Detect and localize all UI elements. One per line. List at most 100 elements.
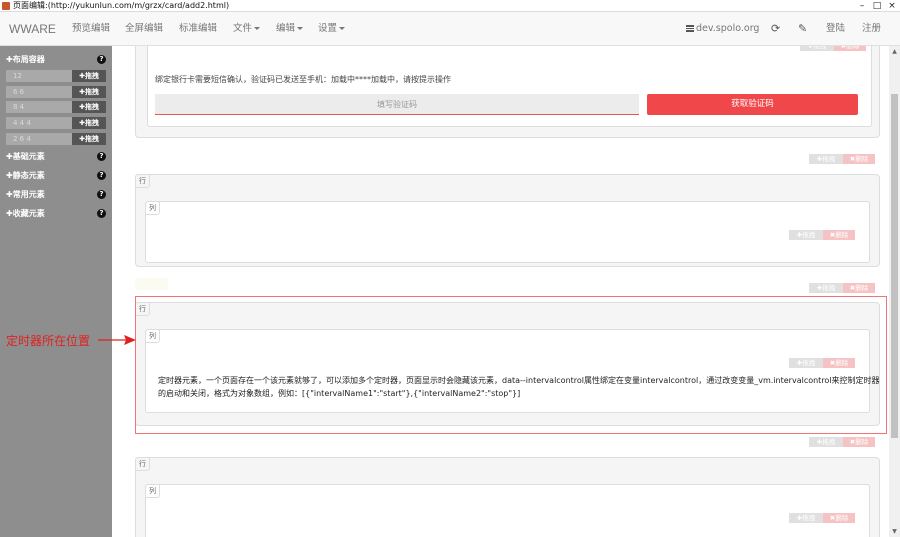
sidebar-group-layout[interactable]: ✚布局容器 ?	[6, 53, 106, 67]
layout-row-2-6-4[interactable]: 2 6 4 ✚拖拽	[6, 133, 106, 145]
delete-button[interactable]: ✖删除	[823, 230, 855, 240]
delete-label: 删除	[855, 284, 869, 292]
brand-logo[interactable]: WWARE	[9, 12, 56, 46]
row-container-sms[interactable]: ✚拖拽 ✖删除	[135, 46, 880, 138]
delete-button[interactable]: ✖删除	[843, 437, 875, 447]
drag-button[interactable]: ✚拖拽	[809, 283, 843, 293]
drag-button[interactable]: ✚拖拽	[809, 154, 843, 164]
chevron-down-icon	[339, 27, 346, 30]
scroll-up-icon[interactable]: ▲	[890, 47, 899, 56]
wrench-icon[interactable]: ✎	[798, 12, 807, 46]
delete-label: 删除	[855, 155, 869, 163]
drag-button[interactable]: ✚拖拽	[800, 46, 834, 51]
nav-fullscreen-edit[interactable]: 全屏编辑	[125, 12, 163, 46]
drag-label: 拖拽	[813, 46, 827, 50]
nav-edit-label: 编辑	[276, 23, 296, 34]
help-icon[interactable]: ?	[97, 209, 106, 218]
domain-label: dev.spolo.org	[696, 23, 760, 34]
server-icon	[686, 25, 694, 32]
drag-button[interactable]: ✚拖拽	[789, 230, 823, 240]
component-sidebar: ✚布局容器 ? 12 ✚拖拽 6 6 ✚拖拽 8 4 ✚拖拽 4 4 4 ✚拖拽…	[0, 46, 112, 537]
drag-handle[interactable]: ✚拖拽	[72, 133, 106, 145]
delete-button[interactable]: ✖删除	[843, 154, 875, 164]
chevron-down-icon	[297, 27, 304, 30]
sidebar-group-label: 基础元素	[12, 152, 45, 161]
column-tag: 列	[145, 484, 160, 498]
drag-label: 拖拽	[802, 231, 816, 239]
layout-row-6-6[interactable]: 6 6 ✚拖拽	[6, 86, 106, 98]
vertical-scrollbar[interactable]: ▲ ▼	[889, 46, 900, 537]
column-empty[interactable]: 列 ✚拖拽 ✖删除	[145, 201, 870, 263]
sidebar-group-label: 布局容器	[12, 55, 45, 64]
delete-label: 删除	[846, 46, 860, 50]
delete-button[interactable]: ✖删除	[843, 283, 875, 293]
minimize-button[interactable]: –	[855, 0, 869, 12]
layout-row-12[interactable]: 12 ✚拖拽	[6, 70, 106, 82]
nav-file-menu[interactable]: 文件	[233, 12, 261, 46]
drag-label: 拖拽	[822, 155, 836, 163]
edit-canvas: ✚拖拽 ✖删除 绑定银行卡需要短信确认，验证码已发送至手机：加载中****加载中…	[112, 46, 889, 537]
sms-notice-text: 绑定银行卡需要短信确认，验证码已发送至手机：加载中****加载中，请按提示操作	[155, 75, 451, 84]
help-icon[interactable]: ?	[97, 152, 106, 161]
sidebar-group-label: 常用元素	[12, 190, 45, 199]
window-titlebar: 页面编辑:(http://yukunlun.com/m/grzx/card/ad…	[0, 0, 900, 12]
refresh-icon[interactable]: ⟳	[771, 12, 780, 46]
close-button[interactable]: ×	[885, 0, 899, 12]
layout-row-8-4[interactable]: 8 4 ✚拖拽	[6, 101, 106, 113]
column-bottom[interactable]: 列 ✚拖拽 ✖删除	[145, 484, 870, 537]
drag-label: 拖拽	[802, 514, 816, 522]
sidebar-group-label: 收藏元素	[12, 209, 45, 218]
drag-label: 拖拽	[84, 88, 99, 96]
nav-edit-menu[interactable]: 编辑	[276, 12, 304, 46]
delete-label: 删除	[835, 514, 849, 522]
faint-placeholder	[135, 278, 168, 290]
plus-icon: ✚	[6, 171, 13, 180]
top-navbar: WWARE 预览编辑 全屏编辑 标准编辑 文件 编辑 设置 dev.spolo.…	[0, 12, 900, 46]
register-link[interactable]: 注册	[862, 12, 881, 46]
help-icon[interactable]: ?	[97, 190, 106, 199]
row-container-empty[interactable]: 行 列 ✚拖拽 ✖删除	[135, 174, 880, 267]
chevron-down-icon	[254, 27, 261, 30]
row-controls: ✚拖拽 ✖删除	[809, 283, 875, 293]
window-title: 页面编辑:(http://yukunlun.com/m/grzx/card/ad…	[13, 1, 230, 10]
login-link[interactable]: 登陆	[826, 12, 845, 46]
maximize-button[interactable]: □	[870, 0, 884, 12]
drag-label: 拖拽	[84, 119, 99, 127]
plus-icon: ✚	[6, 55, 13, 64]
scrollbar-thumb[interactable]	[891, 94, 898, 438]
layout-row-value: 12	[13, 72, 22, 80]
nav-preview-edit[interactable]: 预览编辑	[72, 12, 110, 46]
drag-handle[interactable]: ✚拖拽	[72, 70, 106, 82]
delete-button[interactable]: ✖删除	[834, 46, 866, 51]
delete-button[interactable]: ✖删除	[823, 513, 855, 523]
drag-handle[interactable]: ✚拖拽	[72, 117, 106, 129]
row-controls: ✚拖拽 ✖删除	[809, 437, 875, 447]
sidebar-group-favorites[interactable]: ✚收藏元素 ?	[6, 207, 106, 221]
row-tag: 行	[135, 457, 150, 471]
nav-standard-edit[interactable]: 标准编辑	[179, 12, 217, 46]
layout-row-4-4-4[interactable]: 4 4 4 ✚拖拽	[6, 117, 106, 129]
nav-settings-menu[interactable]: 设置	[318, 12, 346, 46]
sidebar-group-static[interactable]: ✚静态元素 ?	[6, 169, 106, 183]
drag-label: 拖拽	[84, 72, 99, 80]
drag-button[interactable]: ✚拖拽	[789, 513, 823, 523]
row-container-bottom[interactable]: 行 列 ✚拖拽 ✖删除	[135, 457, 880, 537]
app-icon	[2, 2, 10, 10]
domain-link[interactable]: dev.spolo.org	[686, 12, 759, 46]
plus-icon: ✚	[6, 209, 13, 218]
sidebar-group-common[interactable]: ✚常用元素 ?	[6, 188, 106, 202]
delete-label: 删除	[835, 231, 849, 239]
scroll-down-icon[interactable]: ▼	[890, 527, 899, 536]
layout-row-value: 8 4	[13, 103, 25, 111]
help-icon[interactable]: ?	[97, 171, 106, 180]
drag-handle[interactable]: ✚拖拽	[72, 101, 106, 113]
drag-button[interactable]: ✚拖拽	[809, 437, 843, 447]
help-icon[interactable]: ?	[97, 55, 106, 64]
sms-code-input[interactable]: 填写验证码	[155, 94, 639, 115]
get-code-button[interactable]: 获取验证码	[647, 94, 858, 115]
annotation-label: 定时器所在位置	[6, 334, 91, 348]
drag-handle[interactable]: ✚拖拽	[72, 86, 106, 98]
annotation-arrow-icon	[98, 335, 136, 345]
sidebar-group-basic[interactable]: ✚基础元素 ?	[6, 150, 106, 164]
nav-settings-label: 设置	[318, 23, 338, 34]
